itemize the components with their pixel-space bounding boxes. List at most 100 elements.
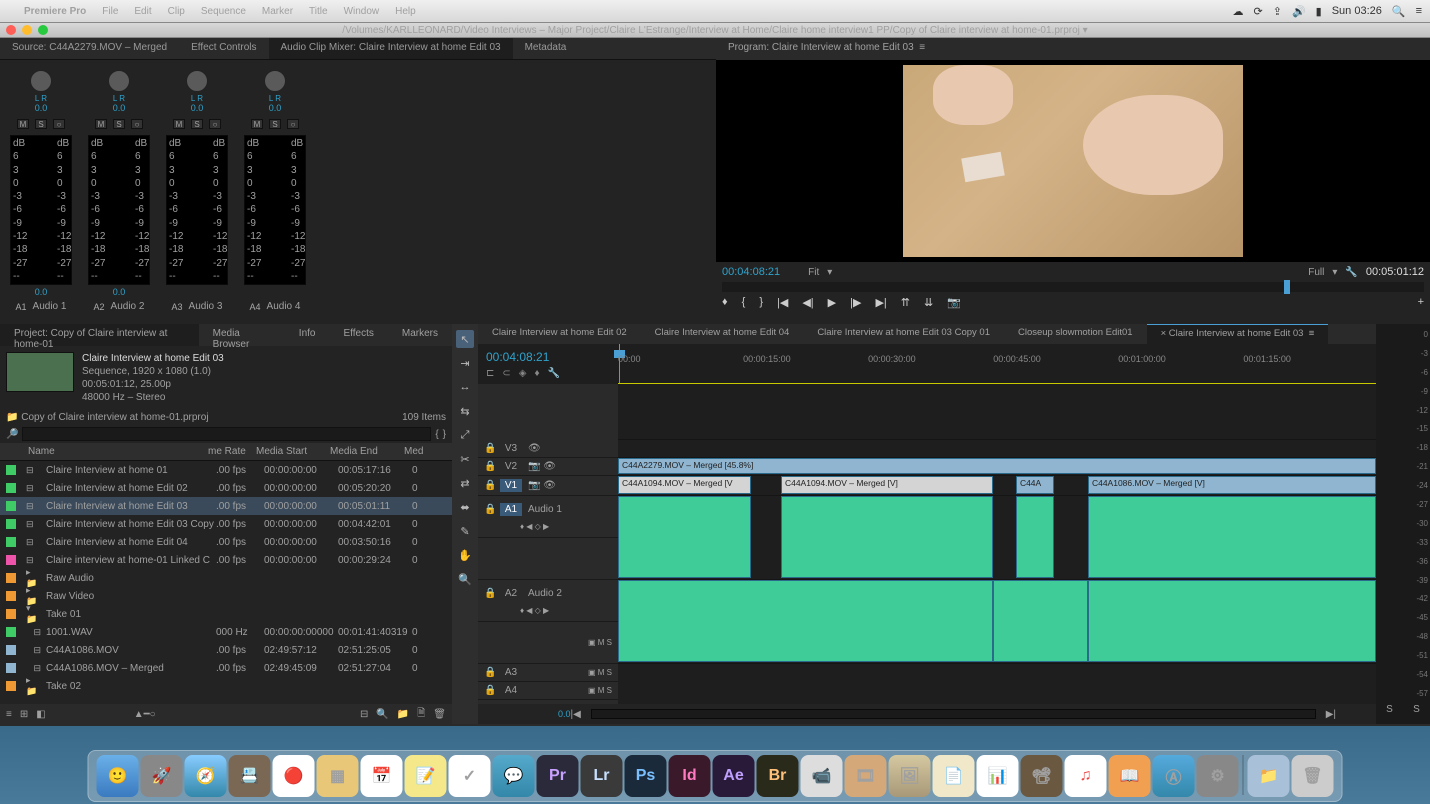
fx-button[interactable]: ○ bbox=[287, 119, 299, 129]
itunes-icon[interactable]: ♫ bbox=[1065, 755, 1107, 797]
clip-a2a[interactable] bbox=[618, 580, 993, 662]
clip-a1d[interactable] bbox=[1088, 496, 1376, 578]
calendar-icon[interactable]: 📅 bbox=[361, 755, 403, 797]
program-scrubber[interactable] bbox=[722, 282, 1424, 292]
minimize-icon[interactable] bbox=[22, 25, 32, 35]
ibooks-icon[interactable]: 📖 bbox=[1109, 755, 1151, 797]
pages-icon[interactable]: 📄 bbox=[933, 755, 975, 797]
solo-button[interactable]: S bbox=[35, 119, 47, 129]
tab-audio-mixer[interactable]: Audio Clip Mixer: Claire Interview at ho… bbox=[269, 38, 513, 59]
mixer-channel-A1[interactable]: L R 0.0 MS○ dB630-3-6-9-12-18-27--dB630-… bbox=[4, 68, 78, 316]
icon-view-icon[interactable]: ⊞ bbox=[20, 709, 28, 720]
premiere-icon[interactable]: Pr bbox=[537, 755, 579, 797]
pan-knob[interactable] bbox=[30, 70, 52, 92]
tl-settings-icon[interactable]: 🔧 bbox=[548, 368, 560, 379]
col-end[interactable]: Media End bbox=[330, 446, 404, 457]
project-row[interactable]: ⊟ Claire Interview at home Edit 02 .00 f… bbox=[0, 479, 452, 497]
col-dur[interactable]: Med bbox=[404, 446, 423, 457]
label-swatch[interactable] bbox=[6, 645, 16, 655]
linked-selection-icon[interactable]: ⊂ bbox=[502, 368, 510, 379]
status-volume-icon[interactable]: 🔊 bbox=[1292, 5, 1306, 18]
mute-button[interactable]: M bbox=[95, 119, 107, 129]
mixer-channel-A4[interactable]: L R 0.0 MS○ dB630-3-6-9-12-18-27--dB630-… bbox=[238, 68, 312, 316]
zoom-tool-icon[interactable]: 🔍 bbox=[456, 570, 474, 588]
clip-v2[interactable]: C44A2279.MOV – Merged [45.8%] bbox=[618, 458, 1376, 474]
preview-icon[interactable]: 🖼 bbox=[889, 755, 931, 797]
export-frame-icon[interactable]: 📷 bbox=[947, 296, 961, 309]
project-row[interactable]: ⊟ 1001.WAV 000 Hz 00:00:00:00000 00:01:4… bbox=[0, 623, 452, 641]
rolling-tool-icon[interactable]: ⇆ bbox=[456, 402, 474, 420]
step-back-icon[interactable]: ◀| bbox=[802, 296, 813, 309]
freeform-view-icon[interactable]: ◧ bbox=[36, 709, 45, 720]
ripple-tool-icon[interactable]: ↔ bbox=[456, 378, 474, 396]
sequence-thumbnail[interactable] bbox=[6, 352, 74, 392]
selection-tool-icon[interactable]: ↖ bbox=[456, 330, 474, 348]
label-swatch[interactable] bbox=[6, 627, 16, 637]
fx-button[interactable]: ○ bbox=[53, 119, 65, 129]
clip-v1c[interactable]: C44A bbox=[1016, 476, 1054, 494]
clip-a2c[interactable] bbox=[1088, 580, 1376, 662]
clip-v1d[interactable]: C44A1086.MOV – Merged [V] bbox=[1088, 476, 1376, 494]
tab-metadata[interactable]: Metadata bbox=[513, 38, 579, 59]
mute-button[interactable]: M bbox=[17, 119, 29, 129]
zoom-dropdown-icon[interactable]: ▾ bbox=[827, 267, 832, 278]
rate-tool-icon[interactable]: ⤢ bbox=[456, 426, 474, 444]
search-input[interactable] bbox=[22, 427, 431, 441]
launchpad-icon[interactable]: 🚀 bbox=[141, 755, 183, 797]
timeline-zoom-value[interactable]: 0.0 bbox=[558, 709, 571, 719]
fx-button[interactable]: ○ bbox=[209, 119, 221, 129]
pan-value[interactable]: 0.0 bbox=[269, 103, 282, 113]
clip-a1a[interactable] bbox=[618, 496, 751, 578]
program-tab[interactable]: Program: Claire Interview at home Edit 0… bbox=[716, 38, 1430, 60]
track-header-a2[interactable]: 🔒A2Audio 2 ♦ ◀ ◇ ▶ bbox=[478, 580, 618, 622]
appstore-icon[interactable]: Ⓐ bbox=[1153, 755, 1195, 797]
spotlight-icon[interactable]: 🔍 bbox=[1392, 5, 1406, 18]
timeline-tab[interactable]: Claire Interview at home Edit 04 bbox=[641, 324, 804, 344]
menu-edit[interactable]: Edit bbox=[134, 6, 151, 17]
status-battery-icon[interactable]: ▮ bbox=[1316, 5, 1322, 18]
mission-control-icon[interactable]: ▦ bbox=[317, 755, 359, 797]
add-marker-tl-icon[interactable]: ◈ bbox=[519, 368, 527, 379]
label-swatch[interactable] bbox=[6, 663, 16, 673]
tab-project[interactable]: Project: Copy of Claire interview at hom… bbox=[0, 324, 199, 346]
resolution-dropdown-icon[interactable]: ▾ bbox=[1332, 267, 1337, 278]
menu-help[interactable]: Help bbox=[395, 6, 416, 17]
filter-out-icon[interactable]: } bbox=[443, 429, 446, 440]
mark-in-icon[interactable]: { bbox=[742, 296, 746, 309]
list-view-icon[interactable]: ≡ bbox=[6, 709, 12, 720]
keynote-icon[interactable]: 📽 bbox=[1021, 755, 1063, 797]
solo-button[interactable]: S bbox=[113, 119, 125, 129]
timeline-content[interactable]: C44A2279.MOV – Merged [45.8%] C44A1094.M… bbox=[618, 384, 1376, 704]
facetime-icon[interactable]: 📹 bbox=[801, 755, 843, 797]
notifications-icon[interactable]: ≡ bbox=[1416, 5, 1422, 17]
extract-icon[interactable]: ⇊ bbox=[924, 296, 933, 309]
solo-left[interactable]: S bbox=[1386, 704, 1393, 724]
fx-button[interactable]: ○ bbox=[131, 119, 143, 129]
pan-value[interactable]: 0.0 bbox=[113, 103, 126, 113]
clip-a1c[interactable] bbox=[1016, 496, 1054, 578]
label-swatch[interactable] bbox=[6, 483, 16, 493]
project-row[interactable]: ▾ 📁 Take 01 bbox=[0, 605, 452, 623]
resolution-full[interactable]: Full bbox=[1308, 267, 1324, 278]
indesign-icon[interactable]: Id bbox=[669, 755, 711, 797]
menu-clip[interactable]: Clip bbox=[168, 6, 185, 17]
tab-media-browser[interactable]: Media Browser bbox=[199, 324, 285, 346]
tab-effect-controls[interactable]: Effect Controls bbox=[179, 38, 268, 59]
program-video-area[interactable] bbox=[716, 60, 1430, 262]
clip-a1b[interactable] bbox=[781, 496, 993, 578]
col-rate[interactable]: me Rate bbox=[208, 446, 256, 457]
project-table-header[interactable]: Name me Rate Media Start Media End Med bbox=[0, 443, 452, 461]
scroll-left-icon[interactable]: |◀ bbox=[571, 709, 581, 720]
timeline-tab[interactable]: × Claire Interview at home Edit 03 ≡ bbox=[1147, 324, 1329, 344]
pan-knob[interactable] bbox=[264, 70, 286, 92]
goto-in-icon[interactable]: |◀ bbox=[777, 296, 788, 309]
lightroom-icon[interactable]: Lr bbox=[581, 755, 623, 797]
wrench-icon[interactable]: 🔧 bbox=[1345, 267, 1357, 278]
razor-tool-icon[interactable]: ✂ bbox=[456, 450, 474, 468]
project-row[interactable]: ⊟ Claire Interview at home Edit 03 Copy … bbox=[0, 515, 452, 533]
pan-value[interactable]: 0.0 bbox=[191, 103, 204, 113]
col-name[interactable]: Name bbox=[28, 446, 208, 457]
program-timecode[interactable]: 00:04:08:21 bbox=[722, 266, 780, 278]
label-swatch[interactable] bbox=[6, 465, 16, 475]
label-swatch[interactable] bbox=[6, 501, 16, 511]
